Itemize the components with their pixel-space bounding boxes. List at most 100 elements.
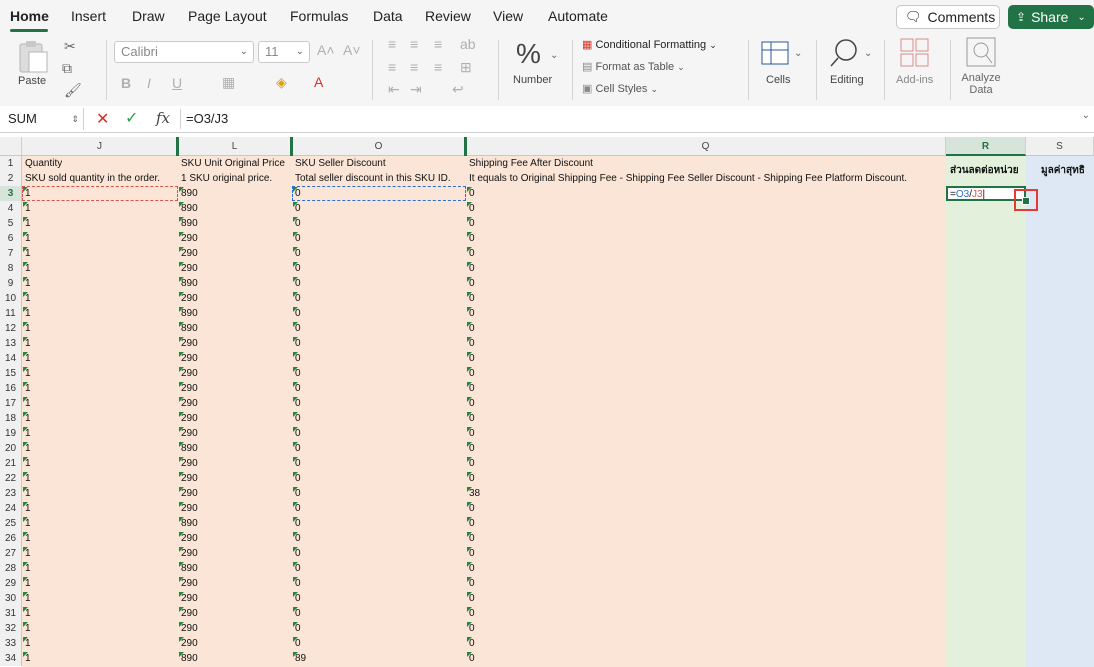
cell-j[interactable]: 1 bbox=[25, 651, 31, 666]
cell-o[interactable]: 0 bbox=[295, 501, 301, 516]
cell-j[interactable]: 1 bbox=[25, 576, 31, 591]
row-header[interactable]: 24 bbox=[0, 501, 22, 516]
tab-automate[interactable]: Automate bbox=[548, 8, 608, 24]
tab-formulas[interactable]: Formulas bbox=[290, 8, 348, 24]
header-cell-o1[interactable]: SKU Seller Discount bbox=[295, 156, 386, 171]
column-header-o[interactable]: O bbox=[292, 137, 466, 156]
cell-o[interactable]: 0 bbox=[295, 306, 301, 321]
tab-data[interactable]: Data bbox=[373, 8, 403, 24]
cell-q[interactable]: 0 bbox=[469, 321, 475, 336]
cell-o[interactable]: 0 bbox=[295, 591, 301, 606]
column-header-l[interactable]: L bbox=[178, 137, 292, 156]
addins-button[interactable]: Add-ins bbox=[892, 38, 940, 94]
cell-o[interactable]: 0 bbox=[295, 516, 301, 531]
row-header-1[interactable]: 1 bbox=[0, 156, 22, 171]
row-header[interactable]: 12 bbox=[0, 321, 22, 336]
font-color-icon[interactable]: A bbox=[314, 74, 323, 90]
cell-j[interactable]: 1 bbox=[25, 381, 31, 396]
increase-indent-icon[interactable]: ⇥ bbox=[410, 81, 422, 98]
cell-o[interactable]: 0 bbox=[295, 471, 301, 486]
row-header[interactable]: 15 bbox=[0, 366, 22, 381]
cell-l[interactable]: 290 bbox=[181, 396, 198, 411]
row-header[interactable]: 23 bbox=[0, 486, 22, 501]
align-center-icon[interactable]: ≡ bbox=[410, 59, 418, 75]
cell-o[interactable]: 0 bbox=[295, 396, 301, 411]
cell-j[interactable]: 1 bbox=[25, 591, 31, 606]
row-header[interactable]: 26 bbox=[0, 531, 22, 546]
align-right-icon[interactable]: ≡ bbox=[434, 59, 442, 75]
align-left-icon[interactable]: ≡ bbox=[388, 59, 396, 75]
cell-j[interactable]: 1 bbox=[25, 396, 31, 411]
align-middle-icon[interactable]: ≡ bbox=[410, 36, 418, 52]
cell-j[interactable]: 1 bbox=[25, 516, 31, 531]
row-header[interactable]: 22 bbox=[0, 471, 22, 486]
cell-l[interactable]: 290 bbox=[181, 591, 198, 606]
name-box[interactable]: SUM ⇕ bbox=[0, 108, 84, 130]
formula-input[interactable]: =O3/J3 bbox=[186, 108, 228, 130]
cell-o[interactable]: 0 bbox=[295, 246, 301, 261]
cell-o[interactable]: 0 bbox=[295, 441, 301, 456]
editing-button[interactable]: ⌄ Editing bbox=[824, 38, 876, 94]
cell-l[interactable]: 290 bbox=[181, 261, 198, 276]
format-as-table-button[interactable]: ▤ Format as Table ⌄ bbox=[582, 60, 722, 78]
cell-l[interactable]: 290 bbox=[181, 336, 198, 351]
cell-j[interactable]: 1 bbox=[25, 606, 31, 621]
cell-q[interactable]: 0 bbox=[469, 651, 475, 666]
cell-l[interactable]: 890 bbox=[181, 216, 198, 231]
row-header[interactable]: 8 bbox=[0, 261, 22, 276]
cancel-icon[interactable]: ✕ bbox=[96, 109, 109, 129]
cell-q[interactable]: 0 bbox=[469, 336, 475, 351]
row-header[interactable]: 27 bbox=[0, 546, 22, 561]
cell-o[interactable]: 0 bbox=[295, 231, 301, 246]
row-header[interactable]: 14 bbox=[0, 351, 22, 366]
cell-o[interactable]: 0 bbox=[295, 636, 301, 651]
row-header-2[interactable]: 2 bbox=[0, 171, 22, 186]
row-header[interactable]: 25 bbox=[0, 516, 22, 531]
wrap-text-icon[interactable]: ↩ bbox=[452, 81, 464, 98]
cell-l[interactable]: 890 bbox=[181, 321, 198, 336]
cell-o[interactable]: 0 bbox=[295, 621, 301, 636]
row-header[interactable]: 18 bbox=[0, 411, 22, 426]
cell-q[interactable]: 0 bbox=[469, 576, 475, 591]
row-header[interactable]: 19 bbox=[0, 426, 22, 441]
decrease-font-icon[interactable]: A˅ bbox=[343, 42, 361, 58]
cell-o[interactable]: 0 bbox=[295, 411, 301, 426]
cell-o[interactable]: 0 bbox=[295, 381, 301, 396]
underline-icon[interactable]: U bbox=[172, 75, 182, 91]
cell-q[interactable]: 0 bbox=[469, 201, 475, 216]
cell-j[interactable]: 1 bbox=[25, 231, 31, 246]
cell-j[interactable]: 1 bbox=[25, 291, 31, 306]
cell-l[interactable]: 890 bbox=[181, 201, 198, 216]
font-name-select[interactable]: Calibri ⌄ bbox=[114, 41, 254, 63]
cut-icon[interactable]: ✂ bbox=[64, 38, 76, 55]
cell-o[interactable]: 0 bbox=[295, 486, 301, 501]
cell-q[interactable]: 0 bbox=[469, 411, 475, 426]
tab-insert[interactable]: Insert bbox=[71, 8, 106, 24]
cell-o[interactable]: 0 bbox=[295, 561, 301, 576]
conditional-formatting-button[interactable]: ▦ Conditional Formatting ⌄ bbox=[582, 38, 742, 56]
cell-q[interactable]: 38 bbox=[469, 486, 480, 501]
number-format-button[interactable]: % ⌄ Number bbox=[508, 38, 560, 94]
cell-j[interactable]: 1 bbox=[25, 351, 31, 366]
row-header[interactable]: 10 bbox=[0, 291, 22, 306]
cell-q[interactable]: 0 bbox=[469, 546, 475, 561]
cell-l[interactable]: 290 bbox=[181, 381, 198, 396]
tab-review[interactable]: Review bbox=[425, 8, 471, 24]
cell-q[interactable]: 0 bbox=[469, 231, 475, 246]
cell-o[interactable]: 0 bbox=[295, 321, 301, 336]
cell-j[interactable]: 1 bbox=[25, 336, 31, 351]
tab-draw[interactable]: Draw bbox=[132, 8, 165, 24]
cell-q[interactable]: 0 bbox=[469, 396, 475, 411]
cell-l[interactable]: 290 bbox=[181, 501, 198, 516]
cell-j[interactable]: 1 bbox=[25, 441, 31, 456]
row-header[interactable]: 9 bbox=[0, 276, 22, 291]
cell-j[interactable]: 1 bbox=[25, 261, 31, 276]
cell-q[interactable]: 0 bbox=[469, 381, 475, 396]
confirm-icon[interactable]: ✓ bbox=[125, 108, 138, 128]
cell-o[interactable]: 0 bbox=[295, 606, 301, 621]
row-header[interactable]: 32 bbox=[0, 621, 22, 636]
cell-l[interactable]: 890 bbox=[181, 306, 198, 321]
row-header[interactable]: 34 bbox=[0, 651, 22, 666]
cell-q[interactable]: 0 bbox=[469, 621, 475, 636]
cell-l[interactable]: 290 bbox=[181, 471, 198, 486]
